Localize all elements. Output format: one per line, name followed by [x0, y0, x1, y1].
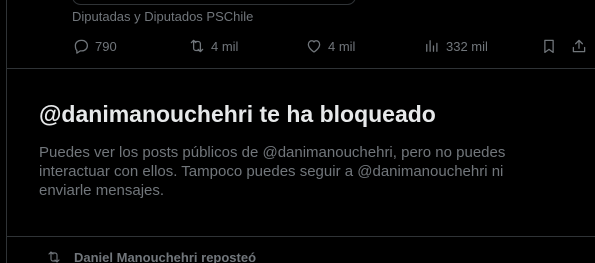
views-button[interactable]: 332 mil	[423, 35, 488, 57]
like-count: 4 mil	[328, 38, 356, 54]
like-button[interactable]: 4 mil	[305, 35, 355, 57]
heart-icon	[307, 40, 321, 53]
repost-button[interactable]: 4 mil	[188, 35, 238, 57]
timeline-frame: Diputadas y Diputados PSChile 790 4 mil …	[0, 0, 595, 263]
reply-icon	[74, 39, 89, 54]
bookmark-button[interactable]	[540, 35, 558, 57]
repost-header-label: Daniel Manouchehri reposteó	[74, 249, 257, 263]
quoted-card-edge[interactable]	[72, 0, 356, 5]
share-icon	[572, 39, 586, 53]
views-count: 332 mil	[446, 38, 488, 54]
reply-count: 790	[95, 38, 117, 54]
blocked-notice-title: @danimanouchehri te ha bloqueado	[39, 101, 436, 127]
repost-header[interactable]: Daniel Manouchehri reposteó	[46, 249, 256, 263]
post-divider	[6, 68, 595, 69]
blocked-notice-body: Puedes ver los posts públicos de @danima…	[39, 144, 506, 199]
repost-count: 4 mil	[211, 38, 239, 54]
quoted-post-caption: Diputadas y Diputados PSChile	[72, 9, 254, 24]
share-button[interactable]	[570, 35, 588, 57]
repost-icon	[190, 39, 204, 53]
views-icon	[426, 40, 438, 52]
bookmark-icon	[544, 39, 554, 54]
reply-button[interactable]: 790	[72, 35, 117, 57]
repost-icon	[48, 251, 60, 263]
post-action-bar: 790 4 mil 4 mil 332 mil	[0, 35, 595, 57]
post-divider	[6, 236, 595, 237]
